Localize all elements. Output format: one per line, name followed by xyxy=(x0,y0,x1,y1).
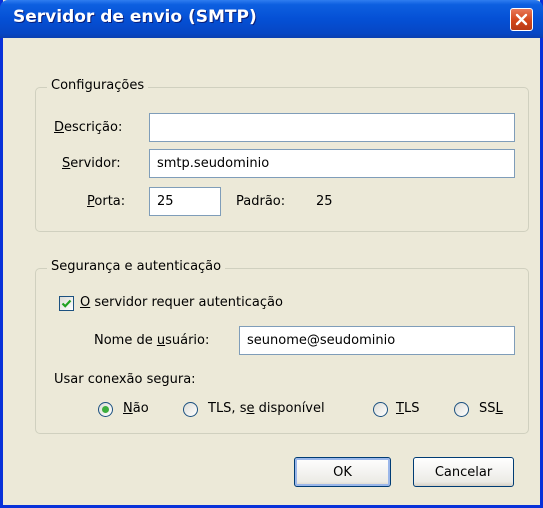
servidor-input[interactable] xyxy=(149,149,515,178)
padrao-label: Padrão: xyxy=(236,194,286,209)
username-label: Nome de usuário: xyxy=(94,333,210,348)
padrao-value: 25 xyxy=(316,194,333,209)
username-input[interactable] xyxy=(239,326,515,355)
checkmark-icon xyxy=(61,299,72,308)
window-title: Servidor de envio (SMTP) xyxy=(13,7,257,27)
auth-label[interactable]: O servidor requer autenticação xyxy=(80,295,283,310)
radio-ssl-label[interactable]: SSL xyxy=(479,401,503,416)
title-bar[interactable]: Servidor de envio (SMTP) xyxy=(0,0,543,38)
radio-tls-se-disponivel-label[interactable]: TLS, se disponível xyxy=(208,401,325,416)
radio-tls-se-disponivel[interactable] xyxy=(183,402,198,417)
radio-selected-dot xyxy=(102,406,109,413)
cancel-button[interactable]: Cancelar xyxy=(413,457,514,487)
secure-connection-label: Usar conexão segura: xyxy=(54,372,196,387)
auth-checkbox[interactable] xyxy=(59,296,74,311)
radio-tls-label[interactable]: TLS xyxy=(396,401,419,416)
security-legend: Segurança e autenticação xyxy=(47,259,226,274)
porta-input[interactable] xyxy=(149,187,221,216)
servidor-label: Servidor: xyxy=(62,156,121,171)
close-button[interactable] xyxy=(510,8,533,31)
descricao-label: Descrição: xyxy=(54,120,123,135)
radio-tls[interactable] xyxy=(373,402,388,417)
porta-label: Porta: xyxy=(87,194,126,209)
radio-nao-label[interactable]: Não xyxy=(123,401,149,416)
config-legend: Configurações xyxy=(47,78,149,93)
radio-ssl[interactable] xyxy=(454,402,469,417)
ok-button[interactable]: OK xyxy=(294,457,391,487)
descricao-input[interactable] xyxy=(149,113,515,142)
close-icon xyxy=(515,13,528,26)
radio-nao[interactable] xyxy=(98,402,113,417)
dialog-window: Servidor de envio (SMTP) Configurações D… xyxy=(0,0,543,508)
